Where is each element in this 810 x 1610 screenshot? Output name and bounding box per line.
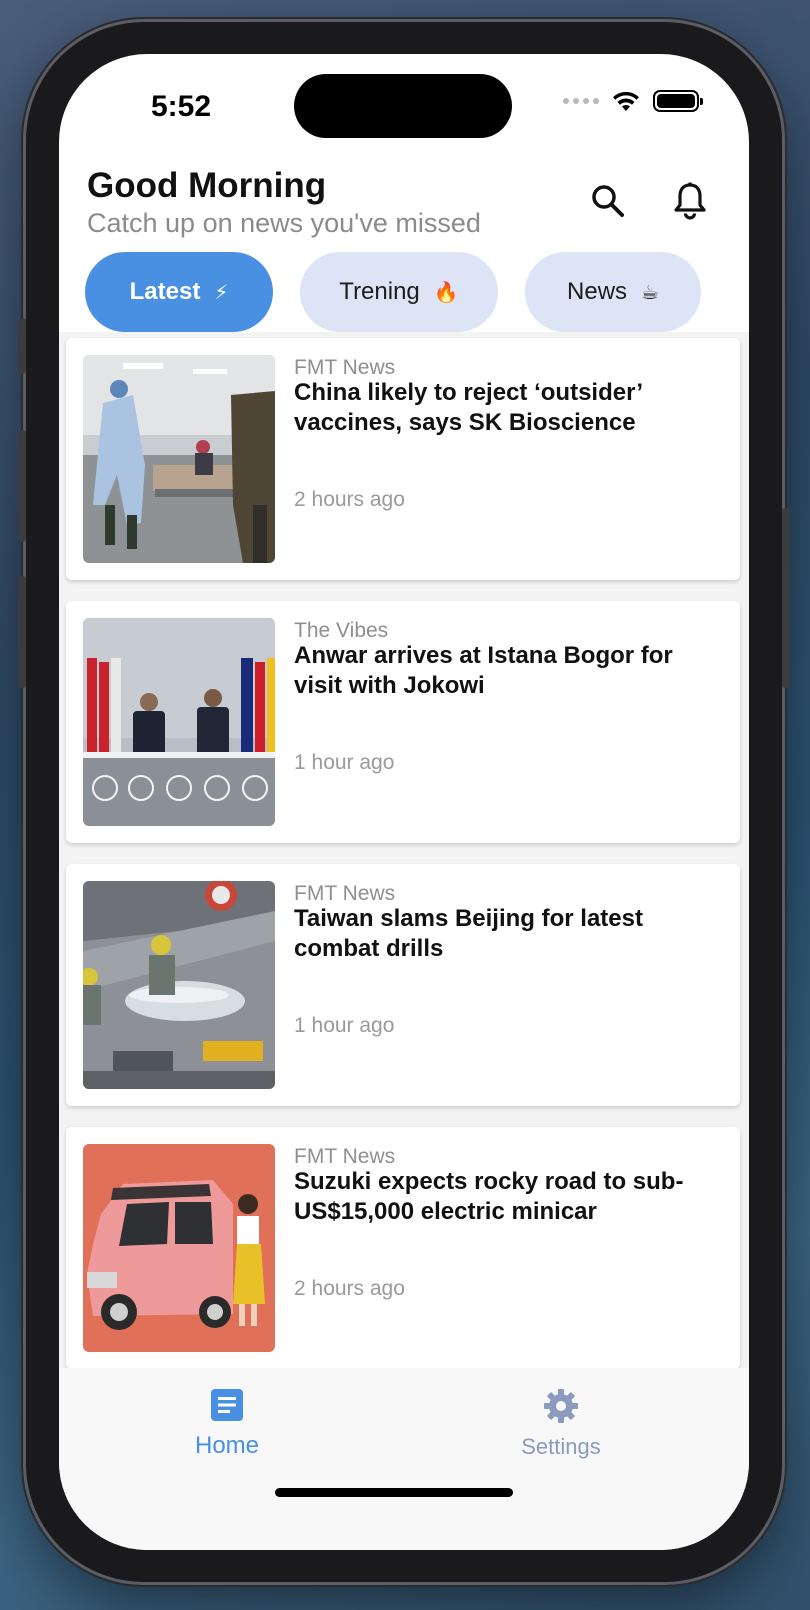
article-card[interactable]: FMT News Taiwan slams Beijing for latest… (66, 864, 740, 1106)
article-card[interactable]: FMT News Suzuki expects rocky road to su… (66, 1127, 740, 1369)
article-time: 2 hours ago (294, 488, 405, 511)
bell-icon (674, 182, 706, 220)
tab-latest-label: Latest (129, 278, 201, 305)
greeting-subtitle: Catch up on news you've missed (87, 208, 481, 238)
lightning-icon: ⚡ (214, 281, 229, 304)
nav-settings-label: Settings (521, 1434, 601, 1459)
article-source: FMT News (294, 1145, 396, 1168)
search-icon (592, 185, 624, 217)
article-title[interactable]: China likely to reject ‘outsider’ vaccin… (294, 378, 724, 438)
article-time: 1 hour ago (294, 751, 395, 774)
article-card[interactable]: FMT News China likely to reject ‘outside… (66, 338, 740, 580)
pink-minicar-photo (83, 1144, 275, 1352)
tab-trening[interactable]: Trening 🔥 (300, 252, 498, 332)
article-source: The Vibes (294, 619, 389, 642)
notifications-button[interactable] (665, 176, 715, 226)
missile-hangar-photo (83, 881, 275, 1089)
nav-home[interactable]: Home (147, 1388, 307, 1460)
article-time: 1 hour ago (294, 1014, 395, 1037)
article-source: FMT News (294, 882, 396, 905)
fire-icon: 🔥 (433, 281, 459, 304)
bottom-nav: Home Settings (59, 1368, 749, 1550)
tab-news[interactable]: News ☕ (525, 252, 701, 332)
wifi-icon (613, 91, 639, 111)
action-button (18, 318, 26, 374)
volume-up-button (18, 430, 26, 542)
nav-home-label: Home (194, 1432, 260, 1459)
greeting-title: Good Morning (87, 166, 327, 205)
article-card[interactable]: The Vibes Anwar arrives at Istana Bogor … (66, 601, 740, 843)
article-time: 2 hours ago (294, 1277, 405, 1300)
news-feed[interactable]: FMT News China likely to reject ‘outside… (59, 332, 749, 1369)
gear-icon (544, 1389, 578, 1423)
status-icons (563, 90, 703, 112)
article-title[interactable]: Taiwan slams Beijing for latest combat d… (294, 904, 724, 964)
search-button[interactable] (583, 176, 633, 226)
article-title[interactable]: Anwar arrives at Istana Bogor for visit … (294, 641, 724, 701)
signal-icon (563, 98, 599, 104)
status-time: 5:52 (151, 90, 212, 123)
volume-down-button (18, 576, 26, 688)
coffee-icon: ☕ (641, 281, 659, 304)
leaders-balcony-photo (83, 618, 275, 826)
article-icon (211, 1389, 243, 1421)
dynamic-island (294, 74, 512, 138)
hospital-photo (83, 355, 275, 563)
tab-trening-label: Trening (339, 278, 420, 305)
article-source: FMT News (294, 356, 396, 379)
home-indicator[interactable] (275, 1488, 513, 1497)
app-screen: 5:52 Good Morning Catch up on news you'v… (59, 54, 749, 1550)
article-title[interactable]: Suzuki expects rocky road to sub-US$15,0… (294, 1167, 724, 1227)
tab-news-label: News (567, 278, 628, 305)
battery-icon (653, 90, 703, 112)
nav-settings[interactable]: Settings (481, 1388, 641, 1460)
tab-latest[interactable]: Latest ⚡ (85, 252, 273, 332)
power-button (782, 508, 790, 688)
